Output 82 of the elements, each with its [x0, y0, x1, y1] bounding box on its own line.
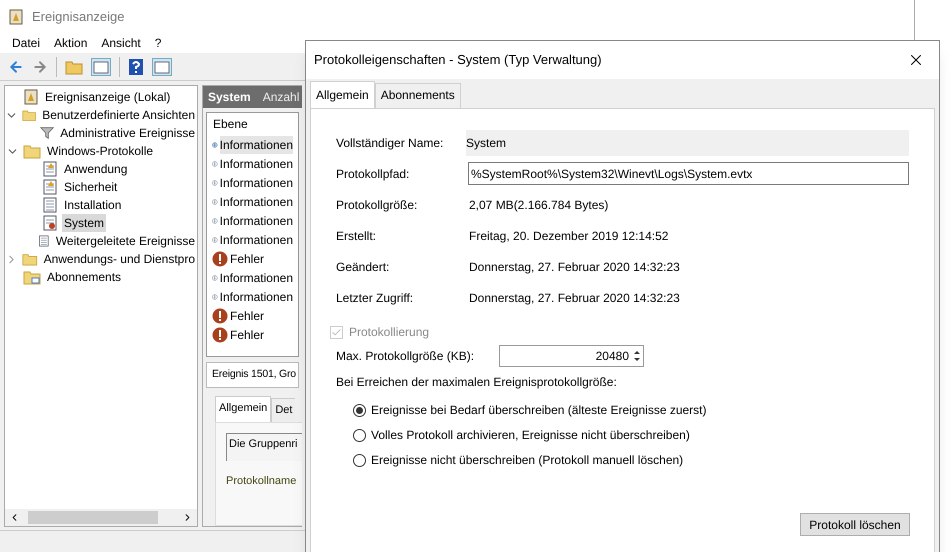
event-level[interactable]: Informationen	[220, 136, 293, 154]
log-icon	[42, 197, 58, 213]
help-icon[interactable]	[128, 58, 144, 76]
back-icon[interactable]	[8, 58, 24, 74]
field-label: Letzter Zugriff:	[336, 290, 414, 306]
folder-icon	[23, 143, 41, 159]
event-level[interactable]: Fehler	[230, 250, 264, 268]
size-spinner[interactable]: 20480	[499, 345, 644, 367]
panel-icon[interactable]	[152, 58, 172, 76]
event-level[interactable]: Informationen	[220, 174, 293, 192]
menu-item[interactable]: ?	[154, 34, 162, 52]
radio-label: Ereignisse bei Bedarf überschreiben (älteste Ereignisse zuerst)	[371, 402, 707, 419]
tree-item[interactable]: Ereignisanzeige (Lokal)	[43, 88, 172, 106]
dialog-title: Protokolleigenschaften - System (Typ Verwaltung)	[314, 51, 602, 70]
field-label: Protokollgröße:	[336, 196, 418, 214]
menu-item[interactable]: Aktion	[54, 34, 88, 52]
log-icon	[38, 233, 50, 249]
tree-item[interactable]: Windows-Protokolle	[45, 142, 156, 160]
field-value: Donnerstag, 27. Februar 2020 14:32:23	[468, 290, 680, 306]
field-label: Erstellt:	[336, 228, 378, 244]
tree-item[interactable]: Anwendung	[62, 160, 130, 178]
field-label: Protokollpfad:	[336, 166, 410, 182]
error-icon	[212, 308, 228, 324]
window-title: Ereignisanzeige	[32, 8, 125, 26]
panel-icon[interactable]	[91, 58, 111, 76]
radio-button[interactable]	[353, 454, 366, 466]
tab[interactable]: Allgemein	[310, 81, 375, 108]
error-icon	[212, 326, 228, 342]
folder-icon	[23, 269, 41, 285]
field-value: Freitag, 20. Dezember 2019 12:14:52	[468, 228, 668, 244]
menu-item[interactable]: Ansicht	[101, 34, 141, 52]
field-label: Protokollname	[226, 474, 298, 488]
event-viewer-icon	[23, 89, 39, 105]
tree-item[interactable]: Anwendungs- und Dienstpro	[42, 250, 197, 268]
event-title: Ereignis 1501, Gro	[212, 367, 296, 382]
radio-button[interactable]	[353, 428, 366, 442]
name-value: System	[466, 130, 909, 156]
scrollbar[interactable]	[5, 509, 197, 526]
tab[interactable]: Allgemein	[215, 396, 272, 422]
radio-button[interactable]	[353, 404, 366, 416]
event-viewer-icon	[8, 8, 24, 24]
log-icon	[42, 179, 58, 195]
field-label: Vollständiger Name:	[336, 134, 444, 152]
event-level[interactable]: Informationen	[220, 212, 293, 230]
forward-icon[interactable]	[32, 58, 48, 74]
folder-icon[interactable]	[65, 58, 83, 74]
field-value: 2,07 MB(2.166.784 Bytes)	[468, 196, 608, 214]
event-level[interactable]: Informationen	[220, 268, 293, 286]
tree-item[interactable]: Benutzerdefinierte Ansichten	[40, 106, 197, 124]
tree-item[interactable]: Installation	[62, 196, 124, 214]
tree-item[interactable]: System	[62, 214, 106, 232]
message-box: Die Gruppenri	[226, 432, 302, 460]
column-header[interactable]: Ebene	[207, 113, 298, 135]
event-count: Anzahl	[262, 89, 300, 106]
event-level[interactable]: Informationen	[220, 230, 293, 248]
field-label: Max. Protokollgröße (KB):	[336, 348, 476, 365]
path-field[interactable]: %SystemRoot%\System32\Winevt\Logs\System.evtx	[468, 162, 909, 185]
radio-label: Ereignisse nicht überschreiben (Protokoll manuell löschen)	[371, 452, 684, 469]
log-icon	[42, 215, 58, 231]
tree-item[interactable]: Sicherheit	[62, 178, 120, 196]
field-value: Donnerstag, 27. Februar 2020 14:32:23	[468, 258, 680, 276]
clear-log-button[interactable]: Protokoll löschen	[800, 513, 910, 536]
radio-label: Volles Protokoll archivieren, Ereignisse nicht überschreiben)	[371, 427, 690, 444]
event-level[interactable]: Fehler	[230, 326, 264, 344]
policy-label: Bei Erreichen der maximalen Ereignisprotokollgröße:	[336, 374, 618, 391]
checkbox-label: Protokollierung	[349, 324, 430, 341]
tree-item[interactable]: Administrative Ereignisse	[58, 124, 197, 142]
event-level[interactable]: Informationen	[220, 288, 293, 306]
field-label: Geändert:	[336, 258, 390, 276]
tab[interactable]: Det	[271, 398, 296, 422]
filter-icon	[40, 125, 54, 141]
menu-item[interactable]: Datei	[12, 34, 40, 52]
event-level[interactable]: Informationen	[220, 192, 293, 210]
tab[interactable]: Abonnements	[374, 83, 461, 108]
event-level[interactable]: Fehler	[230, 306, 264, 324]
tree-item[interactable]: Weitergeleitete Ereignisse	[54, 232, 197, 250]
log-title: System	[208, 89, 251, 106]
error-icon	[212, 250, 228, 266]
log-icon	[42, 161, 58, 177]
folder-icon	[22, 251, 38, 267]
tree-item[interactable]: Abonnements	[45, 268, 124, 286]
event-level[interactable]: Informationen	[220, 154, 293, 172]
